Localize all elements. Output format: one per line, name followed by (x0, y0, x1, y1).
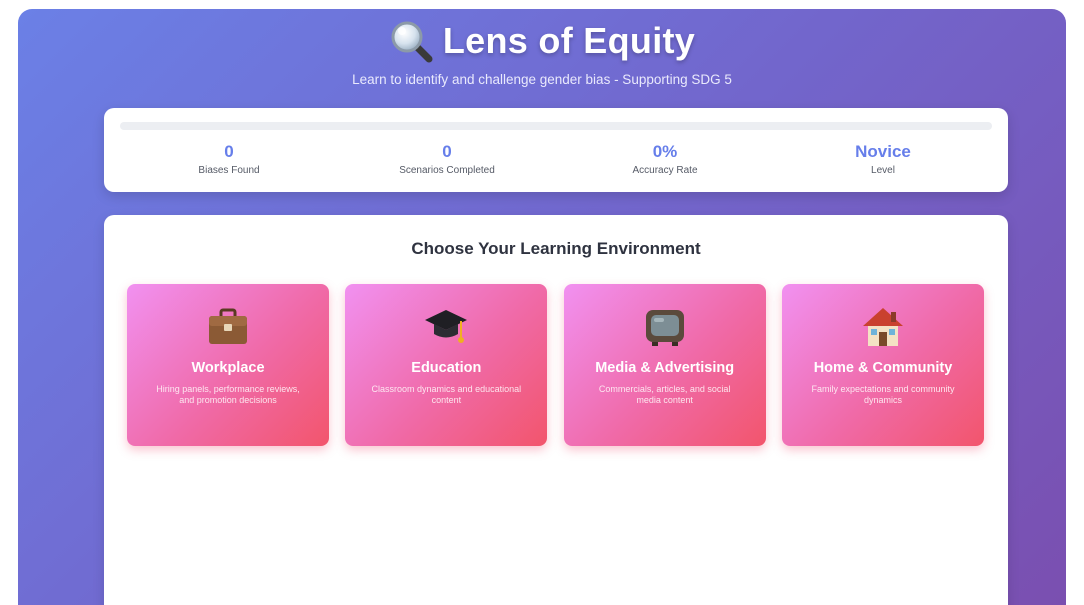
environment-name: Workplace (191, 360, 265, 376)
stats-panel: 0 Biases Found 0 Scenarios Completed 0% … (104, 108, 1008, 192)
stat-label: Level (871, 165, 895, 176)
stat-label: Biases Found (198, 165, 260, 176)
stat-label: Scenarios Completed (399, 165, 495, 176)
stat-label: Accuracy Rate (632, 165, 698, 176)
environment-description: Hiring panels, performance reviews, and … (156, 384, 300, 405)
stat-value: 0 (224, 142, 234, 161)
environment-card-workplace[interactable]: Workplace Hiring panels, performance rev… (127, 284, 329, 446)
page-subtitle: Learn to identify and challenge gender b… (352, 72, 732, 87)
magnifying-glass-icon (389, 19, 433, 63)
stat-value: 0 (442, 142, 452, 161)
environment-description: Family expectations and community dynami… (811, 384, 955, 405)
environment-name: Home & Community (813, 360, 953, 376)
environment-card-education[interactable]: Education Classroom dynamics and educati… (345, 284, 548, 446)
environment-grid: Workplace Hiring panels, performance rev… (127, 284, 984, 446)
stat-biases-found: 0 Biases Found (120, 142, 338, 176)
briefcase-icon (205, 304, 251, 350)
page-title: Lens of Equity (442, 20, 696, 61)
stats-row: 0 Biases Found 0 Scenarios Completed 0% … (120, 142, 992, 176)
environment-name: Education (411, 360, 482, 376)
title-row: Lens of Equity (18, 15, 1066, 67)
stat-level: Novice Level (774, 142, 992, 176)
environment-description: Classroom dynamics and educational conte… (371, 384, 522, 405)
environment-panel: Choose Your Learning Environment Workpla… (104, 215, 1008, 605)
environment-card-media-advertising[interactable]: Media & Advertising Commercials, article… (563, 284, 766, 446)
progress-bar (120, 122, 992, 130)
stat-value: 0% (652, 142, 678, 161)
house-icon (860, 304, 906, 350)
environment-heading: Choose Your Learning Environment (411, 239, 701, 258)
environment-name: Media & Advertising (595, 360, 735, 376)
stat-scenarios-completed: 0 Scenarios Completed (338, 142, 556, 176)
app-header: Lens of Equity Learn to identify and cha… (18, 15, 1066, 87)
stat-value: Novice (855, 142, 911, 161)
environment-description: Commercials, articles, and social media … (598, 384, 731, 405)
app-window: Lens of Equity Learn to identify and cha… (18, 9, 1066, 605)
television-icon (642, 304, 688, 350)
stat-accuracy-rate: 0% Accuracy Rate (556, 142, 774, 176)
graduation-cap-icon (423, 304, 469, 350)
environment-card-home-community[interactable]: Home & Community Family expectations and… (781, 284, 984, 446)
